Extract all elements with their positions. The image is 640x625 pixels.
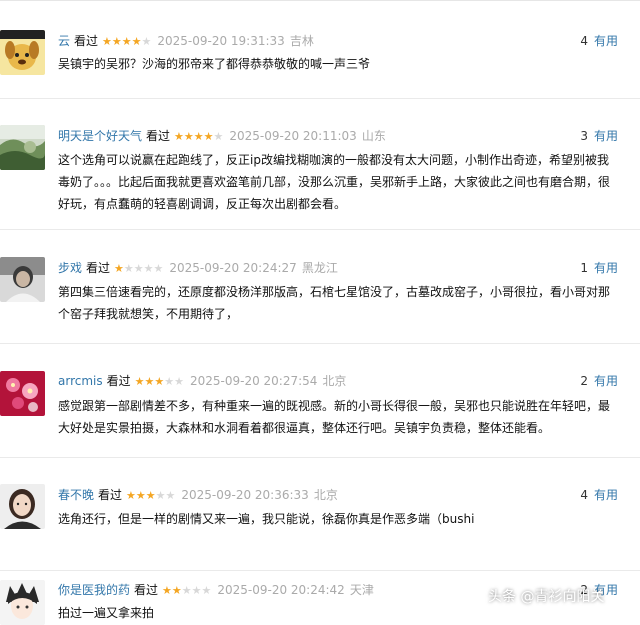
comment-time: 2025-09-20 20:11:03 <box>229 129 357 143</box>
comment-time: 2025-09-20 20:24:42 <box>217 583 345 597</box>
watched-status: 看过 <box>134 583 159 597</box>
comment-user-link[interactable]: 明天是个好天气 <box>58 129 142 143</box>
comment-time: 2025-09-20 20:24:27 <box>169 261 297 275</box>
useful-button[interactable]: 有用 <box>594 34 618 48</box>
woman-portrait-avatar-icon[interactable] <box>0 484 45 529</box>
comment-item: 明天是个好天气 看过 ★★★★★ 2025-09-20 20:11:03 山东 3 有用 … <box>0 98 640 229</box>
watched-status: 看过 <box>98 488 123 502</box>
rating-stars: ★★★★★ <box>102 35 152 48</box>
vote-count: 3 <box>580 129 588 143</box>
comment-divider <box>0 98 640 99</box>
vote-count: 2 <box>580 374 588 388</box>
vote-count: 4 <box>580 34 588 48</box>
rating-stars: ★★★★★ <box>174 130 224 143</box>
useful-button[interactable]: 有用 <box>594 488 618 502</box>
portrait-photo-avatar-icon[interactable] <box>0 257 45 302</box>
watched-status: 看过 <box>86 261 111 275</box>
comment-text: 第四集三倍速看完的，还原度都没杨洋那版高，石棺七星馆没了，古墓改成窑子，小哥很拉… <box>58 285 611 321</box>
comment-divider <box>0 457 640 458</box>
useful-button[interactable]: 有用 <box>594 129 618 143</box>
comment-text: 吴镇宇的吴邪？沙海的邪帝来了都得恭恭敬敬的喊一声三爷 <box>58 57 371 71</box>
cartoon-dog-avatar-icon[interactable] <box>0 30 45 75</box>
vote-count: 1 <box>580 261 588 275</box>
comment-time: 2025-09-20 19:31:33 <box>157 34 285 48</box>
comment-user-link[interactable]: arrcmis <box>58 374 103 388</box>
rating-stars: ★★★★★ <box>134 375 184 388</box>
watched-status: 看过 <box>74 34 99 48</box>
rating-stars: ★★★★★ <box>126 489 176 502</box>
comment-user-link[interactable]: 春不晚 <box>58 488 94 502</box>
comment-location: 北京 <box>313 488 338 502</box>
useful-button[interactable]: 有用 <box>594 374 618 388</box>
comment-text: 这个选角可以说赢在起跑线了，反正ip改编找糊咖演的一般都没有太大问题，小制作出奇… <box>58 153 611 211</box>
comment-item: arrcmis 看过 ★★★★★ 2025-09-20 20:27:54 北京 2 有用 … <box>0 343 640 457</box>
comment-location: 吉林 <box>289 34 314 48</box>
vote-count: 4 <box>580 488 588 502</box>
comment-location: 山东 <box>361 129 386 143</box>
comment-divider <box>0 570 640 571</box>
comment-text: 感觉跟第一部剧情差不多，有种重来一遍的既视感。新的小哥长得很一般，吴邪也只能说胜… <box>58 399 611 435</box>
rating-stars: ★★★★★ <box>114 262 164 275</box>
comment-user-link[interactable]: 云 <box>58 34 70 48</box>
comment-divider <box>0 343 640 344</box>
comment-divider <box>0 229 640 230</box>
useful-button[interactable]: 有用 <box>594 261 618 275</box>
landscape-photo-avatar-icon[interactable] <box>0 125 45 170</box>
comment-text: 选角还行，但是一样的剧情又来一遍，我只能说，徐磊你真是作恶多端（bushi <box>58 512 475 526</box>
watched-status: 看过 <box>146 129 171 143</box>
comment-item: 步戏 看过 ★★★★★ 2025-09-20 20:24:27 黑龙江 1 有用 第四集三… <box>0 229 640 343</box>
comment-user-link[interactable]: 步戏 <box>58 261 82 275</box>
anime-character-avatar-icon[interactable] <box>0 580 45 625</box>
comment-time: 2025-09-20 20:36:33 <box>181 488 309 502</box>
comment-location: 黑龙江 <box>301 261 338 275</box>
watched-status: 看过 <box>106 374 131 388</box>
comment-location: 北京 <box>322 374 347 388</box>
comment-user-link[interactable]: 你是医我的药 <box>58 583 130 597</box>
watermark: 头条 @青衫向阳关 <box>488 589 605 605</box>
pink-flowers-avatar-icon[interactable] <box>0 371 45 416</box>
rating-stars: ★★★★★ <box>162 584 212 597</box>
comment-item: 春不晚 看过 ★★★★★ 2025-09-20 20:36:33 北京 4 有用 选角还行… <box>0 457 640 570</box>
comment-location: 天津 <box>349 583 374 597</box>
comment-item: 云看过 ★★★★★ 2025-09-20 19:31:33 吉林 4 有用 吴镇宇的吴邪… <box>0 0 640 98</box>
comment-time: 2025-09-20 20:27:54 <box>189 374 318 388</box>
